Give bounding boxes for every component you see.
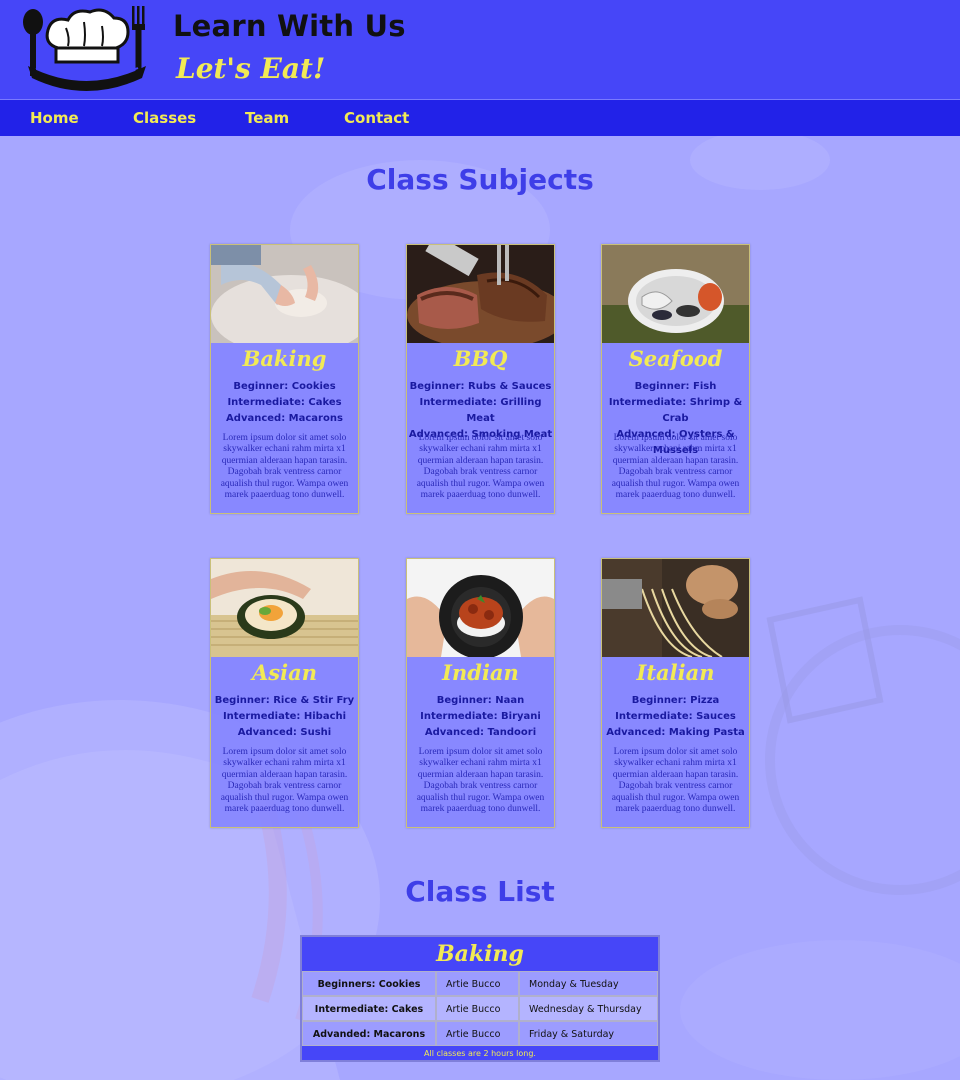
background-image [0,130,960,1080]
nav-contact-link[interactable]: Contact [344,109,409,127]
level-advanced: Advanced: Sushi [237,727,332,738]
subject-card-baking[interactable]: Baking Beginner: Cookies Intermediate: C… [210,244,359,514]
main-nav: Home Classes Team Contact [0,99,960,136]
level-beginner: Beginner: Fish [634,381,717,392]
card-description: Lorem ipsum dolor sit amet solo skywalke… [611,433,740,501]
nav-classes-link[interactable]: Classes [133,109,196,127]
days-cell: Friday & Saturday [519,1021,658,1046]
bbq-photo [407,245,554,343]
class-level-cell: Advanded: Macarons [302,1021,436,1046]
class-subjects-heading: Class Subjects [366,163,594,196]
level-intermediate: Intermediate: Cakes [227,397,342,408]
subject-card-italian[interactable]: Italian Beginner: Pizza Intermediate: Sa… [601,558,750,828]
asian-photo [211,559,358,657]
table-footer-note: All classes are 2 hours long. [302,1047,658,1060]
level-beginner: Beginner: Naan [436,695,525,706]
card-title: Asian [252,660,317,685]
level-intermediate: Intermediate: Grilling Meat [419,397,542,424]
table-row: Advanded: Macarons Artie Bucco Friday & … [302,1021,658,1046]
level-intermediate: Intermediate: Hibachi [222,711,347,722]
level-beginner: Beginner: Rubs & Sauces [409,381,552,392]
subject-card-indian[interactable]: Indian Beginner: Naan Intermediate: Biry… [406,558,555,828]
level-advanced: Advanced: Making Pasta [606,727,745,738]
instructor-cell: Artie Bucco [436,996,519,1021]
subject-card-bbq[interactable]: BBQ Beginner: Rubs & Sauces Intermediate… [406,244,555,514]
table-title: Baking [302,937,658,971]
level-advanced: Advanced: Tandoori [424,727,537,738]
italian-photo [602,559,749,657]
card-levels: Beginner: Pizza Intermediate: Sauces Adv… [602,693,749,741]
table-row: Beginners: Cookies Artie Bucco Monday & … [302,971,658,996]
card-description: Lorem ipsum dolor sit amet solo skywalke… [416,433,545,501]
card-description: Lorem ipsum dolor sit amet solo skywalke… [220,747,349,815]
chef-hat-logo-icon [23,6,146,91]
seafood-photo [602,245,749,343]
card-title: Seafood [628,346,723,371]
level-intermediate: Intermediate: Sauces [615,711,736,722]
instructor-cell: Artie Bucco [436,1021,519,1046]
baking-photo [211,245,358,343]
card-title: Baking [242,346,327,371]
subject-card-seafood[interactable]: Seafood Beginner: Fish Intermediate: Shr… [601,244,750,514]
card-description: Lorem ipsum dolor sit amet solo skywalke… [416,747,545,815]
level-intermediate: Intermediate: Shrimp & Crab [608,397,743,424]
card-title: Indian [442,660,519,685]
instructor-cell: Artie Bucco [436,971,519,996]
site-tagline: Let's Eat! [176,52,326,85]
card-title: BBQ [453,346,508,371]
table-row: Intermediate: Cakes Artie Bucco Wednesda… [302,996,658,1021]
card-description: Lorem ipsum dolor sit amet solo skywalke… [220,433,349,501]
card-title: Italian [636,660,715,685]
level-advanced: Advanced: Macarons [226,413,343,424]
nav-team-link[interactable]: Team [245,109,289,127]
nav-home-link[interactable]: Home [30,109,79,127]
site-header: Learn With Us Let's Eat! [0,0,960,99]
class-list-heading: Class List [405,875,555,908]
level-beginner: Beginner: Cookies [233,381,336,392]
level-beginner: Beginner: Rice & Stir Fry [214,695,355,706]
class-schedule-table: Baking Beginners: Cookies Artie Bucco Mo… [300,935,660,1062]
class-level-cell: Beginners: Cookies [302,971,436,996]
card-levels: Beginner: Naan Intermediate: Biryani Adv… [407,693,554,741]
class-level-cell: Intermediate: Cakes [302,996,436,1021]
level-beginner: Beginner: Pizza [631,695,720,706]
days-cell: Monday & Tuesday [519,971,658,996]
indian-photo [407,559,554,657]
subject-card-asian[interactable]: Asian Beginner: Rice & Stir Fry Intermed… [210,558,359,828]
site-title: Learn With Us [173,9,406,43]
card-levels: Beginner: Rice & Stir Fry Intermediate: … [211,693,358,741]
card-levels: Beginner: Cookies Intermediate: Cakes Ad… [211,379,358,427]
level-intermediate: Intermediate: Biryani [420,711,541,722]
card-description: Lorem ipsum dolor sit amet solo skywalke… [611,747,740,815]
days-cell: Wednesday & Thursday [519,996,658,1021]
